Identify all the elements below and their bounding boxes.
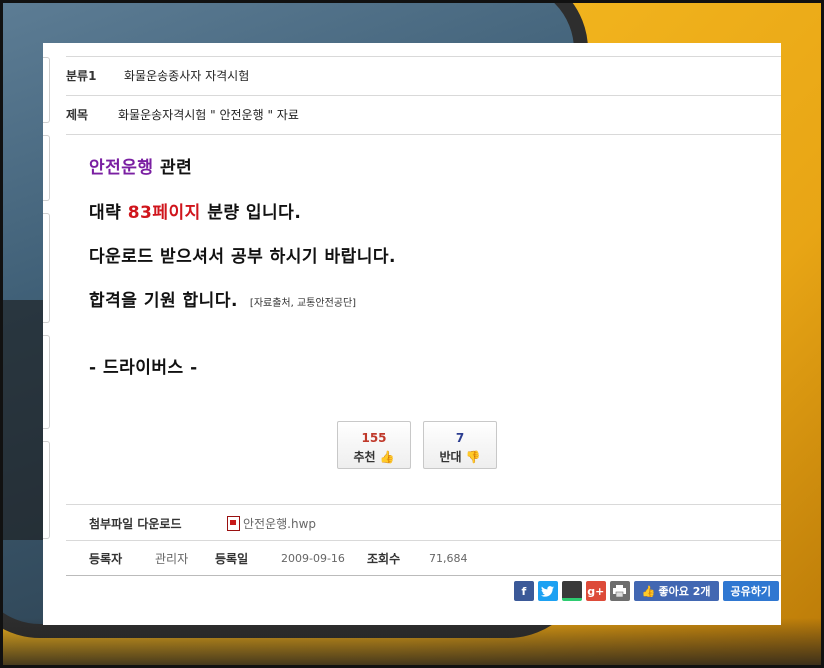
attachment-row: 첨부파일 다운로드 안전운행.hwp xyxy=(89,515,781,531)
date-value: 2009-09-16 xyxy=(281,551,345,565)
meta-row: 등록자 관리자 등록일 2009-09-16 조회수 71,684 xyxy=(89,550,781,566)
divider xyxy=(66,575,781,576)
date-label: 등록일 xyxy=(215,551,249,566)
share-button[interactable]: 공유하기 xyxy=(722,581,779,601)
left-tab xyxy=(43,57,50,123)
print-icon[interactable] xyxy=(609,581,630,601)
divider xyxy=(66,134,781,135)
like-label: 좋아요 2개 xyxy=(658,585,711,598)
category-label: 분류1 xyxy=(66,68,97,83)
thumbs-up-icon: 👍 xyxy=(379,450,395,464)
body-line-3: 다운로드 받으셔서 공부 하시기 바랍니다. xyxy=(89,247,397,267)
kakao-icon[interactable] xyxy=(561,581,582,601)
body-text: 분량 입니다. xyxy=(200,203,302,223)
body-line-2: 대략 83페이지 분량 입니다. xyxy=(89,198,301,223)
share-bar: f g+ 👍 좋아요 2개 공유하기 xyxy=(513,581,779,601)
attachment-label: 첨부파일 다운로드 xyxy=(89,516,182,531)
facebook-glyph: f xyxy=(521,584,527,598)
google-plus-icon[interactable]: g+ xyxy=(585,581,606,601)
left-tab xyxy=(43,335,50,429)
left-tab xyxy=(43,135,50,201)
author-label: 등록자 xyxy=(89,551,123,566)
left-tab xyxy=(43,213,50,323)
body-line-4: 합격을 기원 합니다. [자료출처, 교통안전공단] xyxy=(89,286,356,311)
divider xyxy=(66,540,781,541)
attachment-link[interactable]: 안전운행.hwp xyxy=(243,515,316,532)
board-post-panel: 분류1 화물운송종사자 자격시험 제목 화물운송자격시험 " 안전운행 " 자료… xyxy=(43,43,781,625)
thumbs-up-icon: 👍 xyxy=(641,584,656,598)
facebook-like-button[interactable]: 👍 좋아요 2개 xyxy=(633,581,719,601)
recommend-count: 155 xyxy=(361,431,387,445)
highlight-text: 안전운행 xyxy=(89,158,154,178)
category-value: 화물운송종사자 자격시험 xyxy=(124,68,250,83)
facebook-icon[interactable]: f xyxy=(513,581,534,601)
highlight-text: 83페이지 xyxy=(127,203,201,223)
divider xyxy=(66,95,781,96)
left-tab xyxy=(43,441,50,539)
file-icon xyxy=(227,515,240,531)
body-text: 합격을 기원 합니다. xyxy=(89,291,238,311)
subject-value: 화물운송자격시험 " 안전운행 " 자료 xyxy=(118,107,299,122)
source-note: [자료출처, 교통안전공단] xyxy=(249,298,357,309)
subject-row: 제목 화물운송자격시험 " 안전운행 " 자료 xyxy=(66,106,781,122)
subject-label: 제목 xyxy=(66,107,89,122)
printer-shape xyxy=(613,585,627,597)
body-line-1: 안전운행 관련 xyxy=(89,153,192,178)
left-tabs xyxy=(43,57,50,551)
google-glyph: g+ xyxy=(587,584,605,598)
body-text: 관련 xyxy=(153,158,193,178)
category-row: 분류1 화물운송종사자 자격시험 xyxy=(66,67,781,83)
divider xyxy=(66,504,781,505)
views-value: 71,684 xyxy=(429,551,468,565)
signature: - 드라이버스 - xyxy=(89,358,198,378)
oppose-label: 반대 xyxy=(439,450,462,464)
twitter-icon[interactable] xyxy=(537,581,558,601)
recommend-button[interactable]: 155 추천 👍 xyxy=(337,421,411,469)
recommend-label: 추천 xyxy=(353,450,376,464)
twitter-bird xyxy=(541,585,555,597)
views-label: 조회수 xyxy=(367,551,401,566)
body-text: 대략 xyxy=(89,203,128,223)
divider xyxy=(66,56,781,57)
author-value: 관리자 xyxy=(155,551,189,566)
oppose-button[interactable]: 7 반대 👎 xyxy=(423,421,497,469)
oppose-count: 7 xyxy=(455,431,465,445)
thumbs-down-icon: 👎 xyxy=(465,450,481,464)
